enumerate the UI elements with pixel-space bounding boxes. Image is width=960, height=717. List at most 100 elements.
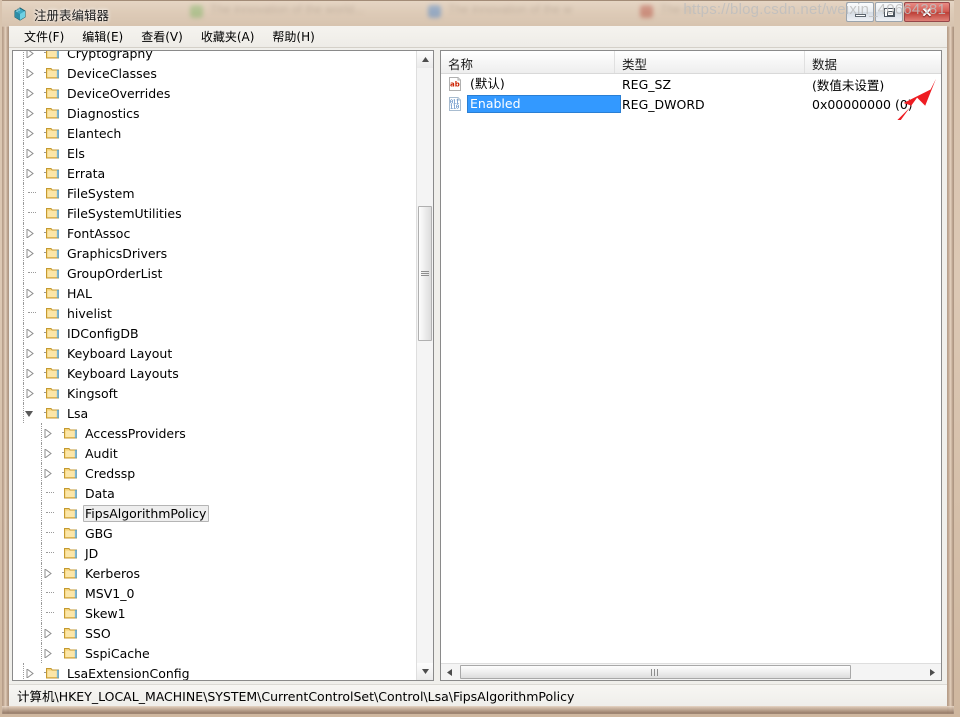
tree-connector-stub <box>55 563 70 583</box>
tree-item-els[interactable]: Els <box>13 143 417 163</box>
tree-indent <box>13 83 24 103</box>
menu-view[interactable]: 查看(V) <box>132 26 192 47</box>
tree-item-accessproviders[interactable]: AccessProviders <box>13 423 417 443</box>
tree-indent <box>13 143 24 163</box>
tree-indent <box>13 423 42 443</box>
values-horizontal-scrollbar[interactable] <box>441 663 941 680</box>
tree-item-cryptography[interactable]: Cryptography <box>13 51 417 63</box>
tree-item-elantech[interactable]: Elantech <box>13 123 417 143</box>
tree-item-credssp[interactable]: Credssp <box>13 463 417 483</box>
registry-path: 计算机\HKEY_LOCAL_MACHINE\SYSTEM\CurrentCon… <box>17 689 575 704</box>
tree-connector-line <box>23 243 25 263</box>
tree-connector-line <box>41 623 43 643</box>
column-header-name[interactable]: 名称 <box>441 51 615 73</box>
tree-item-label: GBG <box>85 525 113 541</box>
values-scroll-thumb[interactable] <box>460 665 851 679</box>
tree-connector-stub <box>21 183 37 203</box>
column-header-type[interactable]: 类型 <box>615 51 805 73</box>
folder-icon <box>63 466 79 480</box>
scroll-up-button[interactable] <box>417 51 433 68</box>
tree-connector-stub <box>37 323 52 343</box>
tree-connector-stub <box>37 403 52 423</box>
tree-item-msv1-0[interactable]: MSV1_0 <box>13 583 417 603</box>
tree-item-graphicsdrivers[interactable]: GraphicsDrivers <box>13 243 417 263</box>
table-row[interactable]: 011 110 Enabled REG_DWORD 0x00000000 (0) <box>441 94 941 114</box>
tree-connector-stub <box>55 443 70 463</box>
tree-scroll-thumb[interactable] <box>418 206 432 341</box>
tree-item-grouporderlist[interactable]: GroupOrderList <box>13 263 417 283</box>
tree-item-filesystem[interactable]: FileSystem <box>13 183 417 203</box>
tree-item-label: Kingsoft <box>67 385 118 401</box>
tree-item-hivelist[interactable]: hivelist <box>13 303 417 323</box>
tree-item-diagnostics[interactable]: Diagnostics <box>13 103 417 123</box>
scroll-left-button[interactable] <box>441 664 458 680</box>
tree-item-idconfigdb[interactable]: IDConfigDB <box>13 323 417 343</box>
tree-item-deviceclasses[interactable]: DeviceClasses <box>13 63 417 83</box>
tree-item-lsa[interactable]: Lsa <box>13 403 417 423</box>
tree-item-label: MSV1_0 <box>85 585 135 601</box>
tree-item-audit[interactable]: Audit <box>13 443 417 463</box>
tree-item-skew1[interactable]: Skew1 <box>13 603 417 623</box>
tree-item-kingsoft[interactable]: Kingsoft <box>13 383 417 403</box>
tree-connector-line <box>23 403 25 423</box>
tree-item-hal[interactable]: HAL <box>13 283 417 303</box>
tree-connector-stub <box>37 383 52 403</box>
tree-item-label: SSO <box>85 625 111 641</box>
tree-item-sspicache[interactable]: SspiCache <box>13 643 417 663</box>
tree-item-label: Data <box>85 485 115 501</box>
tree-item-label: HAL <box>67 285 92 301</box>
tree-item-label: GraphicsDrivers <box>67 245 168 261</box>
scroll-right-button[interactable] <box>924 664 941 680</box>
tree-item-label: Keyboard Layouts <box>67 365 179 381</box>
tree-connector-line <box>23 123 25 143</box>
tree-item-data[interactable]: Data <box>13 483 417 503</box>
tree-item-keyboard-layouts[interactable]: Keyboard Layouts <box>13 363 417 383</box>
tree-item-deviceoverrides[interactable]: DeviceOverrides <box>13 83 417 103</box>
folder-icon <box>63 566 79 580</box>
tree-connector-stub <box>37 663 52 680</box>
menu-file[interactable]: 文件(F) <box>15 26 73 47</box>
tree-item-jd[interactable]: JD <box>13 543 417 563</box>
registry-tree-pane[interactable]: Cryptography DeviceClasses DeviceOverrides… <box>12 50 434 681</box>
menu-edit[interactable]: 编辑(E) <box>73 26 132 47</box>
tree-item-gbg[interactable]: GBG <box>13 523 417 543</box>
tree-item-keyboard-layout[interactable]: Keyboard Layout <box>13 343 417 363</box>
tree-indent <box>13 563 42 583</box>
folder-icon <box>45 326 61 340</box>
tree-indent <box>13 443 42 463</box>
tree-item-sso[interactable]: SSO <box>13 623 417 643</box>
tree-indent <box>13 503 42 523</box>
tree-item-lsaextensionconfig[interactable]: LsaExtensionConfig <box>13 663 417 680</box>
tree-item-errata[interactable]: Errata <box>13 163 417 183</box>
tree-connector-stub <box>37 163 52 183</box>
status-bar: 计算机\HKEY_LOCAL_MACHINE\SYSTEM\CurrentCon… <box>9 684 947 706</box>
tree-item-label: FipsAlgorithmPolicy <box>83 504 210 522</box>
folder-icon <box>45 106 61 120</box>
registry-values-pane[interactable]: 名称 类型 数据 ab (默认) REG_SZ (数值未设置) 011 110 … <box>440 50 942 681</box>
column-header-data[interactable]: 数据 <box>805 51 941 73</box>
tree-indent <box>13 623 42 643</box>
tree-item-label: JD <box>85 545 99 561</box>
folder-icon <box>45 86 61 100</box>
tree-indent <box>13 323 24 343</box>
tree-connector-stub <box>55 463 70 483</box>
svg-text:110: 110 <box>450 105 459 111</box>
tree-connector-stub <box>37 51 52 63</box>
menu-help[interactable]: 帮助(H) <box>263 26 323 47</box>
tree-item-filesystemutilities[interactable]: FileSystemUtilities <box>13 203 417 223</box>
scroll-down-button[interactable] <box>417 663 433 680</box>
tree-indent <box>13 243 24 263</box>
tree-connector-stub <box>39 483 55 503</box>
tree-item-kerberos[interactable]: Kerberos <box>13 563 417 583</box>
tree-indent <box>13 643 42 663</box>
tree-item-fontassoc[interactable]: FontAssoc <box>13 223 417 243</box>
tree-vertical-scrollbar[interactable] <box>416 51 433 680</box>
menu-favorites[interactable]: 收藏夹(A) <box>192 26 264 47</box>
table-row[interactable]: ab (默认) REG_SZ (数值未设置) <box>441 74 941 94</box>
folder-icon <box>45 166 61 180</box>
tree-item-label: Keyboard Layout <box>67 345 173 361</box>
tree-item-label: LsaExtensionConfig <box>67 665 190 681</box>
tree-connector-stub <box>37 103 52 123</box>
tree-item-label: FileSystemUtilities <box>67 205 182 221</box>
tree-item-fipsalgorithmpolicy[interactable]: FipsAlgorithmPolicy <box>13 503 417 523</box>
